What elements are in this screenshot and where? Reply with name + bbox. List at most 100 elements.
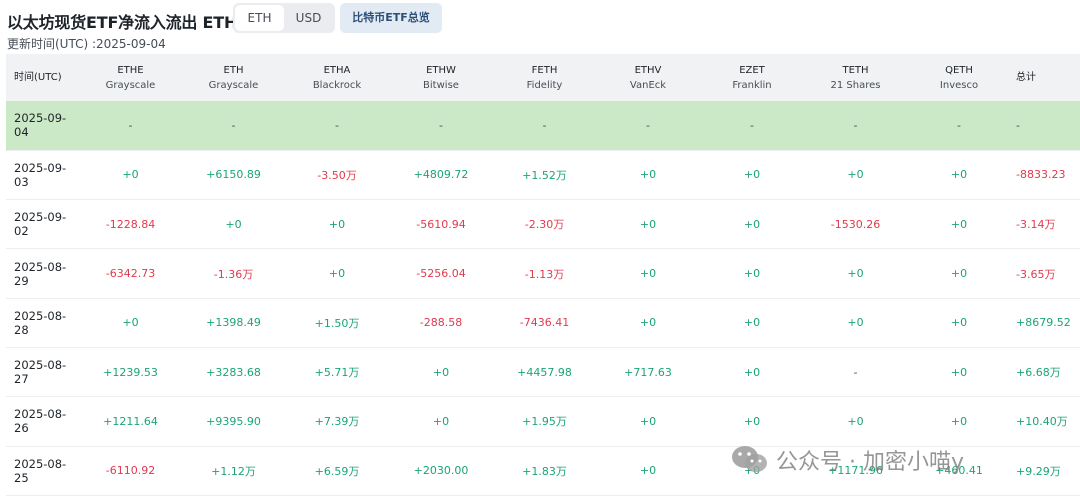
flow-cell: +0 [743, 267, 761, 281]
flow-cell: +9395.90 [206, 414, 261, 428]
column-ticker: FETH [531, 64, 558, 76]
column-header-ethw: ETHW Bitwise [389, 54, 493, 101]
row-date: 2025-09-02 [14, 210, 67, 239]
table-row: 2025-08-27 +1239.53 +3283.68 +5.71万 +0 +4457.… [6, 347, 1080, 397]
column-ticker: ETHE [117, 64, 144, 76]
flow-cell: +0 [328, 267, 346, 281]
column-issuer: Fidelity [526, 79, 563, 91]
flow-cell: -288.58 [419, 316, 463, 330]
flow-cell: +0 [847, 267, 864, 281]
column-header-eth: ETH Grayscale [182, 54, 285, 101]
flow-cell: +0 [743, 217, 761, 231]
flow-cell: -1.36万 [213, 267, 254, 281]
column-header-etha: ETHA Blackrock [285, 54, 389, 101]
row-date: 2025-08-29 [14, 259, 67, 288]
flow-cell: -6110.92 [105, 464, 156, 478]
page-header: 以太坊现货ETF净流入流出 ETH ETH USD 比特币ETF总览 更新时间(… [0, 0, 1080, 54]
total-cell: +9.29万 [1016, 464, 1061, 478]
flow-cell: -2.30万 [524, 218, 565, 232]
flow-cell: +0 [225, 217, 242, 231]
flow-cell: +1.83万 [522, 464, 567, 478]
column-ticker: TETH [842, 64, 869, 76]
column-header-ethv: ETHV VanEck [596, 54, 700, 101]
flow-cell: +1.52万 [522, 168, 567, 182]
flow-cell: +0 [950, 168, 968, 182]
column-ticker: QETH [945, 64, 973, 76]
unit-option-eth[interactable]: ETH [235, 5, 284, 31]
table-row: 2025-09-03 +0 +6150.89 -3.50万 +4809.72 +1.52万… [6, 150, 1080, 200]
column-header-teth: TETH 21 Shares [804, 54, 907, 101]
flow-cell: +1.95万 [522, 415, 567, 429]
flow-cell: -6342.73 [105, 267, 156, 281]
column-header-total: 总计 [1011, 54, 1080, 101]
flow-cell: - [542, 118, 547, 132]
table-row: 2025-09-02 -1228.84 +0 +0 -5610.94 -2.30万 +0 +0… [6, 200, 1080, 249]
flow-cell: +0 [639, 217, 657, 231]
total-cell: -3.65万 [1016, 267, 1056, 281]
row-date: 2025-08-26 [14, 407, 67, 436]
flow-cell: +0 [950, 365, 968, 379]
flow-cell: - [231, 118, 236, 132]
total-cell: -8833.23 [1016, 168, 1066, 182]
flow-cell: +1.12万 [211, 464, 256, 478]
column-ticker: ETHA [323, 64, 351, 76]
flow-cell: - [957, 118, 961, 132]
flow-cell: +1239.53 [103, 365, 158, 379]
flow-cell: +4457.98 [517, 365, 572, 379]
flow-cell: - [853, 365, 858, 379]
flow-cell: +4809.72 [413, 168, 469, 182]
flow-cell: +717.63 [624, 365, 672, 379]
column-issuer: Bitwise [423, 79, 459, 91]
column-ticker: 时间(UTC) [14, 72, 62, 83]
flow-cell: +0 [950, 267, 968, 281]
unit-option-usd[interactable]: USD [284, 5, 333, 31]
flow-cell: +2030.00 [413, 464, 469, 478]
column-header-feth: FETH Fidelity [493, 54, 596, 101]
flow-cell: +0 [432, 414, 450, 428]
flow-cell: +6.59万 [314, 464, 360, 478]
flow-cell: +1398.49 [206, 316, 261, 330]
flow-cell: +5.71万 [314, 366, 360, 380]
column-ticker: 总计 [1016, 72, 1036, 83]
column-ticker: ETH [223, 64, 244, 76]
column-issuer: Grayscale [208, 79, 259, 91]
total-cell: +8679.52 [1016, 316, 1071, 330]
flow-cell: -7436.41 [519, 316, 570, 330]
btc-etf-overview-button[interactable]: 比特币ETF总览 [340, 3, 442, 33]
flow-cell: - [646, 118, 650, 132]
flow-cell: +0 [743, 365, 761, 379]
flow-cell: +0 [743, 316, 761, 330]
flow-cell: +6150.89 [206, 168, 261, 182]
row-date: 2025-09-03 [14, 160, 67, 189]
flow-cell: +0 [432, 365, 450, 379]
flow-cell: -5610.94 [416, 217, 466, 231]
flow-cell: +0 [122, 168, 139, 182]
flow-cell: - [335, 118, 339, 132]
column-ticker: EZET [739, 64, 765, 76]
column-issuer: Grayscale [105, 79, 156, 91]
flow-cell: -1530.26 [830, 217, 881, 231]
flow-cell: +0 [847, 168, 864, 182]
table-header-row: 时间(UTC) ETHE Grayscale ETH Grayscale ETHA Blac… [6, 54, 1080, 101]
table-row: 2025-08-29 -6342.73 -1.36万 +0 -5256.04 -1.13万… [6, 249, 1080, 299]
flow-cell: +460.41 [935, 464, 983, 478]
flow-cell: -1.13万 [524, 267, 565, 281]
flow-cell: +1.50万 [314, 316, 360, 330]
column-header-ezet: EZET Franklin [700, 54, 804, 101]
unit-toggle[interactable]: ETH USD [233, 3, 335, 33]
column-issuer: Blackrock [312, 79, 362, 91]
etf-flow-table: 时间(UTC) ETHE Grayscale ETH Grayscale ETHA Blac… [6, 54, 1080, 496]
flow-cell: +0 [950, 217, 968, 231]
flow-cell: +0 [122, 316, 139, 330]
flow-cell: +0 [950, 414, 968, 428]
column-ticker: ETHW [426, 64, 456, 76]
table-row: 2025-08-26 +1211.64 +9395.90 +7.39万 +0 +1.95万… [6, 397, 1080, 447]
flow-cell: +0 [950, 316, 968, 330]
column-issuer: VanEck [629, 79, 667, 91]
flow-cell: - [439, 118, 443, 132]
flow-cell: +0 [639, 168, 657, 182]
flow-cell: +7.39万 [314, 415, 360, 429]
flow-cell: +0 [743, 464, 761, 478]
flow-cell: +0 [639, 316, 657, 330]
row-date: 2025-09-04 [14, 111, 67, 140]
